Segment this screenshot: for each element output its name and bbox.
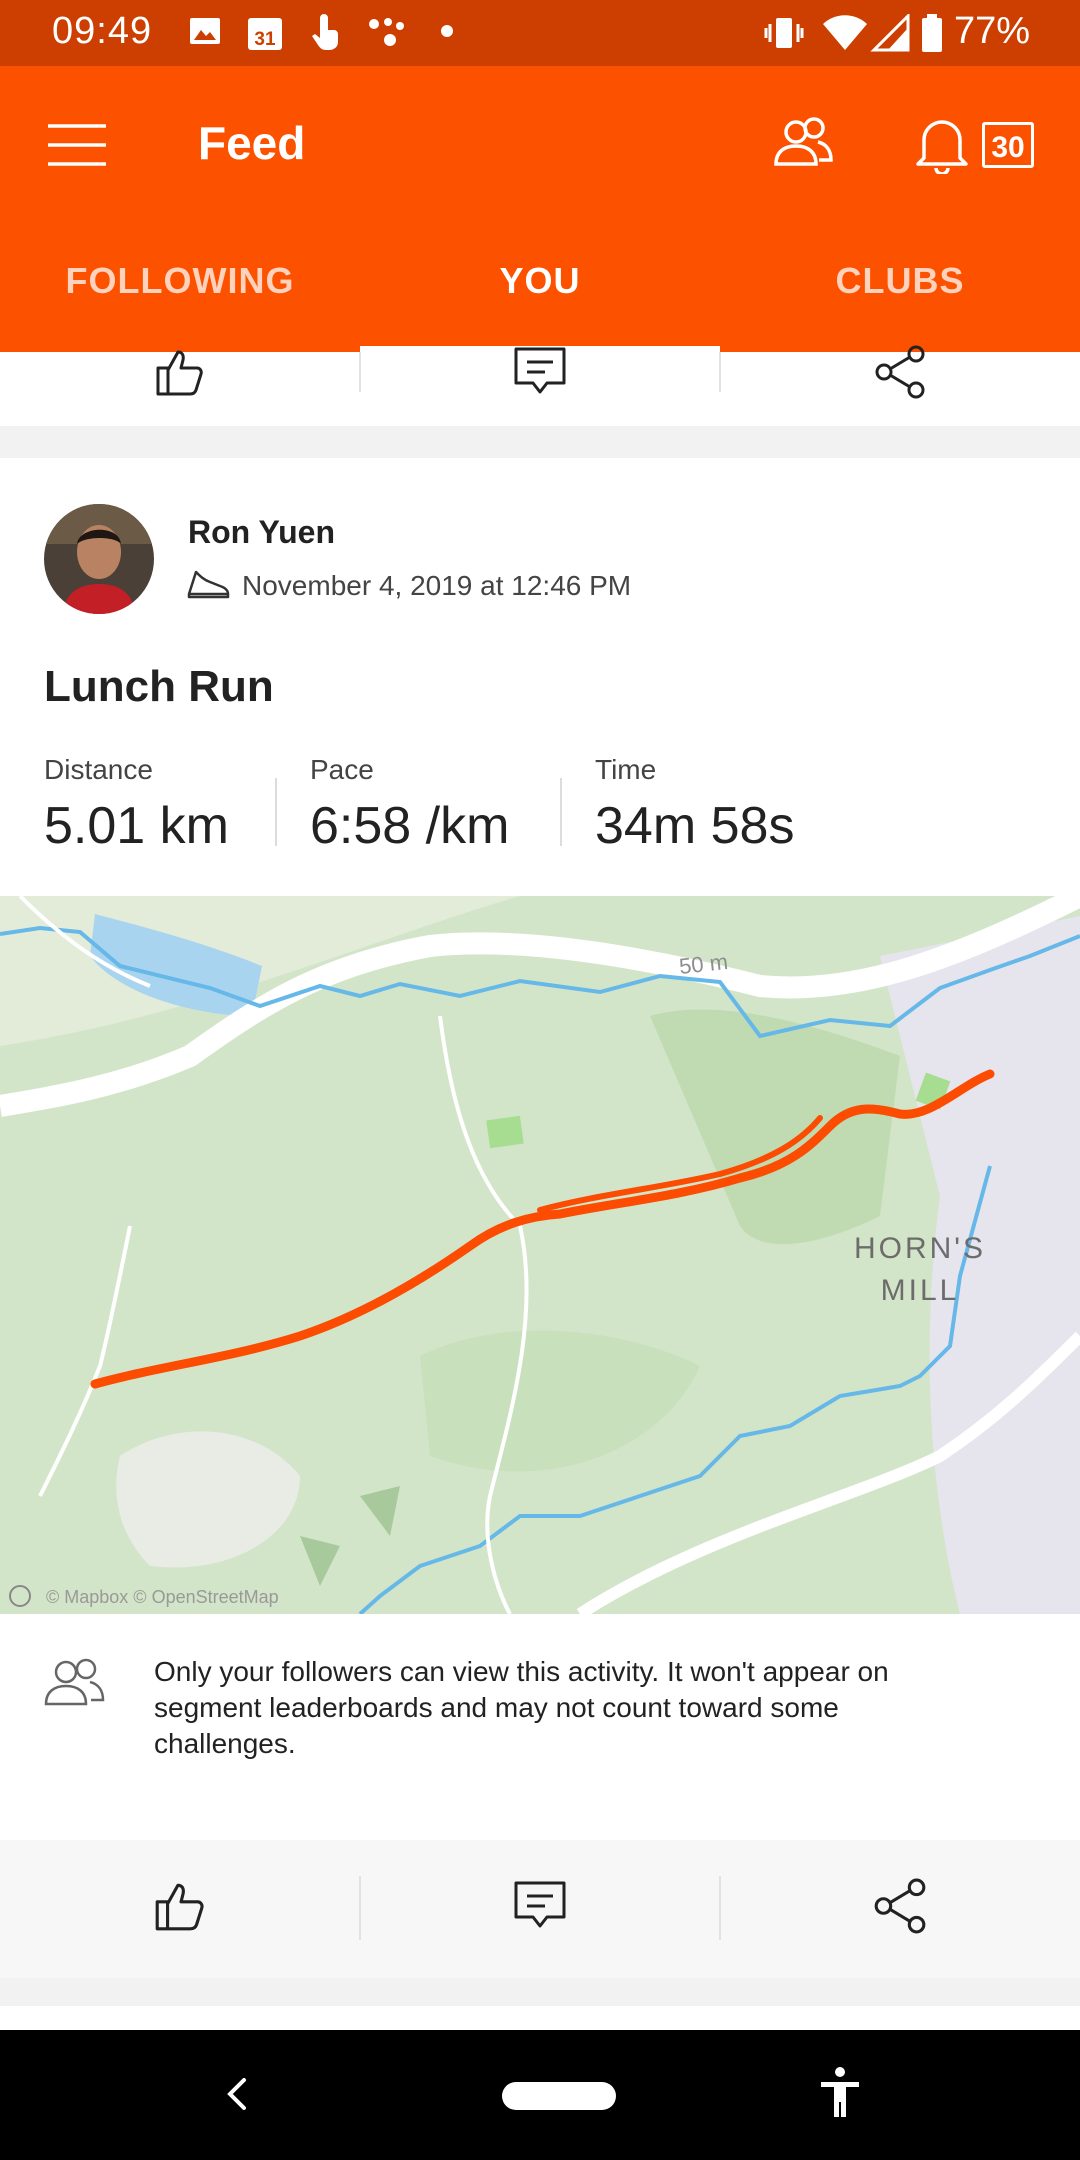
thumbs-up-icon: [155, 1883, 204, 1931]
system-nav-bar: [0, 2030, 1080, 2160]
calendar-day: 31: [254, 29, 276, 50]
notifications-bell-icon[interactable]: [914, 112, 970, 179]
previous-post-actions: [0, 345, 1080, 426]
map-place-label: HORN'S: [854, 1232, 986, 1265]
tab-clubs[interactable]: CLUBS: [720, 260, 1080, 302]
stat-pace: Pace 6:58 /km: [310, 754, 509, 856]
calendar-notification-icon: 31: [246, 14, 284, 57]
share-icon: [874, 1878, 926, 1934]
battery-icon: [920, 14, 944, 59]
next-card-edge: [0, 2006, 1080, 2030]
stat-distance: Distance 5.01 km: [44, 754, 229, 856]
stat-label: Distance: [44, 754, 153, 785]
battery-percent: 77%: [953, 10, 1030, 52]
athlete-name[interactable]: Ron Yuen: [188, 514, 335, 551]
stat-divider: [275, 778, 277, 846]
stat-label: Pace: [310, 754, 374, 785]
tab-you[interactable]: YOU: [360, 260, 720, 302]
privacy-notice: Only your followers can view this activi…: [154, 1656, 889, 1759]
comment-button[interactable]: [360, 1840, 720, 1972]
wifi-icon: [822, 14, 868, 57]
touch-notification-icon: [310, 14, 342, 57]
find-friends-icon[interactable]: [772, 116, 834, 175]
activity-date: November 4, 2019 at 12:46 PM: [242, 570, 632, 601]
cell-signal-icon: [870, 12, 910, 57]
stat-divider: [560, 778, 562, 846]
map-place-label: MILL: [881, 1274, 960, 1307]
back-icon[interactable]: [222, 2074, 252, 2119]
previous-share-button[interactable]: [720, 322, 1080, 422]
vibrate-icon: [764, 14, 804, 57]
stat-time: Time 34m 58s: [595, 754, 794, 856]
previous-kudos-button[interactable]: [0, 322, 360, 422]
running-shoe-icon: [186, 568, 230, 605]
activity-title[interactable]: Lunch Run: [44, 662, 274, 712]
assistant-notification-icon: [366, 14, 406, 53]
share-icon: [875, 345, 925, 399]
tab-following[interactable]: FOLLOWING: [0, 260, 360, 302]
map-elevation-label: 50 m: [678, 949, 729, 979]
previous-comment-button[interactable]: [360, 322, 720, 422]
stat-label: Time: [595, 754, 657, 785]
home-pill[interactable]: [502, 2082, 616, 2110]
page-title: Feed: [198, 117, 306, 169]
stat-value: 5.01 km: [44, 797, 229, 855]
map-attribution[interactable]: © Mapbox © OpenStreetMap: [46, 1587, 279, 1607]
stat-value: 6:58 /km: [310, 797, 510, 855]
comment-icon: [514, 347, 566, 394]
share-button[interactable]: [720, 1840, 1080, 1972]
notification-count-badge[interactable]: 30: [982, 122, 1034, 168]
thumbs-up-icon: [156, 350, 203, 396]
comment-icon: [514, 1881, 566, 1928]
status-time: 09:49: [52, 10, 153, 52]
kudos-button[interactable]: [0, 1840, 360, 1972]
more-notifications-dot-icon: [440, 24, 454, 43]
followers-only-icon: [44, 1658, 106, 1715]
accessibility-icon[interactable]: [818, 2066, 862, 2125]
menu-icon[interactable]: [46, 122, 108, 168]
activity-actions: [0, 1840, 1080, 1978]
athlete-avatar[interactable]: [44, 504, 154, 614]
activity-route-map[interactable]: 50 m HORN'S MILL © Mapbox © OpenStreetMa…: [0, 896, 1080, 1614]
stat-value: 34m 58s: [595, 797, 795, 855]
activity-card[interactable]: Ron Yuen November 4, 2019 at 12:46 PM Lu…: [0, 458, 1080, 1840]
image-notification-icon: [188, 14, 222, 53]
status-bar: 09:49 31 77%: [0, 0, 1080, 66]
